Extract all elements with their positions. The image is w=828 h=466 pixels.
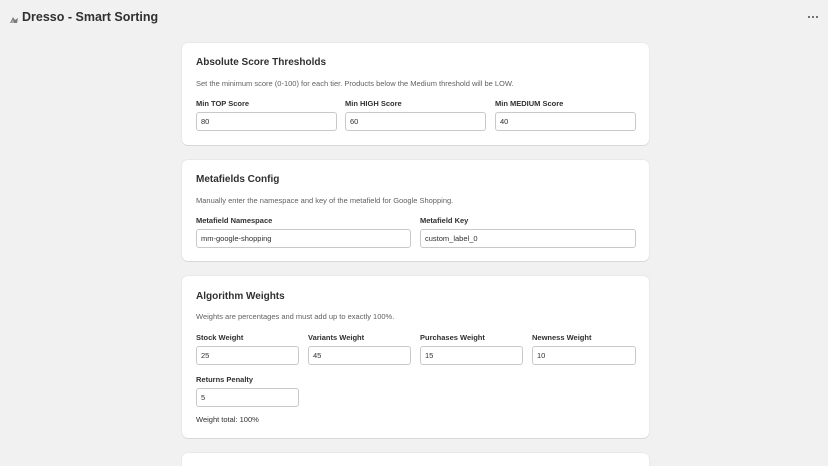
purchases-weight-field: Purchases Weight [420, 333, 523, 365]
min-top-score-field: Min TOP Score [196, 99, 337, 131]
newness-weight-field: Newness Weight [532, 333, 636, 365]
min-high-score-input[interactable] [345, 112, 486, 131]
app-header: Dresso - Smart Sorting [0, 0, 828, 34]
variants-weight-input[interactable] [308, 346, 411, 365]
weights-card: Algorithm Weights Weights are percentage… [182, 276, 649, 438]
metafield-namespace-label: Metafield Namespace [196, 216, 273, 225]
app-logo-icon [9, 12, 19, 23]
min-top-score-input[interactable] [196, 112, 337, 131]
variants-weight-label: Variants Weight [308, 333, 365, 342]
stock-weight-input[interactable] [196, 346, 299, 365]
newness-weight-label: Newness Weight [532, 333, 592, 342]
metafield-namespace-field: Metafield Namespace [196, 216, 411, 248]
app-title: Dresso - Smart Sorting [22, 10, 159, 24]
thresholds-description: Set the minimum score (0-100) for each t… [196, 79, 514, 88]
more-actions-icon[interactable] [806, 10, 820, 24]
returns-penalty-input[interactable] [196, 388, 299, 407]
min-top-score-label: Min TOP Score [196, 99, 250, 108]
thresholds-title: Absolute Score Thresholds [196, 57, 327, 68]
newness-weight-input[interactable] [532, 346, 636, 365]
min-high-score-field: Min HIGH Score [345, 99, 486, 131]
min-medium-score-input[interactable] [495, 112, 636, 131]
returns-penalty-field: Returns Penalty [196, 375, 299, 407]
stock-weight-label: Stock Weight [196, 333, 244, 342]
metafield-namespace-input[interactable] [196, 229, 411, 248]
variants-weight-field: Variants Weight [308, 333, 411, 365]
purchases-weight-label: Purchases Weight [420, 333, 485, 342]
weights-description: Weights are percentages and must add up … [196, 312, 395, 321]
metafields-description: Manually enter the namespace and key of … [196, 196, 454, 205]
weight-total-text: Weight total: 100% [196, 415, 259, 424]
metafields-title: Metafields Config [196, 174, 280, 185]
metafield-key-label: Metafield Key [420, 216, 469, 225]
min-high-score-label: Min HIGH Score [345, 99, 402, 108]
min-medium-score-field: Min MEDIUM Score [495, 99, 636, 131]
thresholds-card: Absolute Score Thresholds Set the minimu… [182, 43, 649, 145]
metafield-key-field: Metafield Key [420, 216, 636, 248]
purchases-weight-input[interactable] [420, 346, 523, 365]
returns-penalty-label: Returns Penalty [196, 375, 254, 384]
next-card [182, 453, 649, 466]
stock-weight-field: Stock Weight [196, 333, 299, 365]
metafields-card: Metafields Config Manually enter the nam… [182, 160, 649, 261]
min-medium-score-label: Min MEDIUM Score [495, 99, 564, 108]
metafield-key-input[interactable] [420, 229, 636, 248]
weights-title: Algorithm Weights [196, 291, 285, 302]
